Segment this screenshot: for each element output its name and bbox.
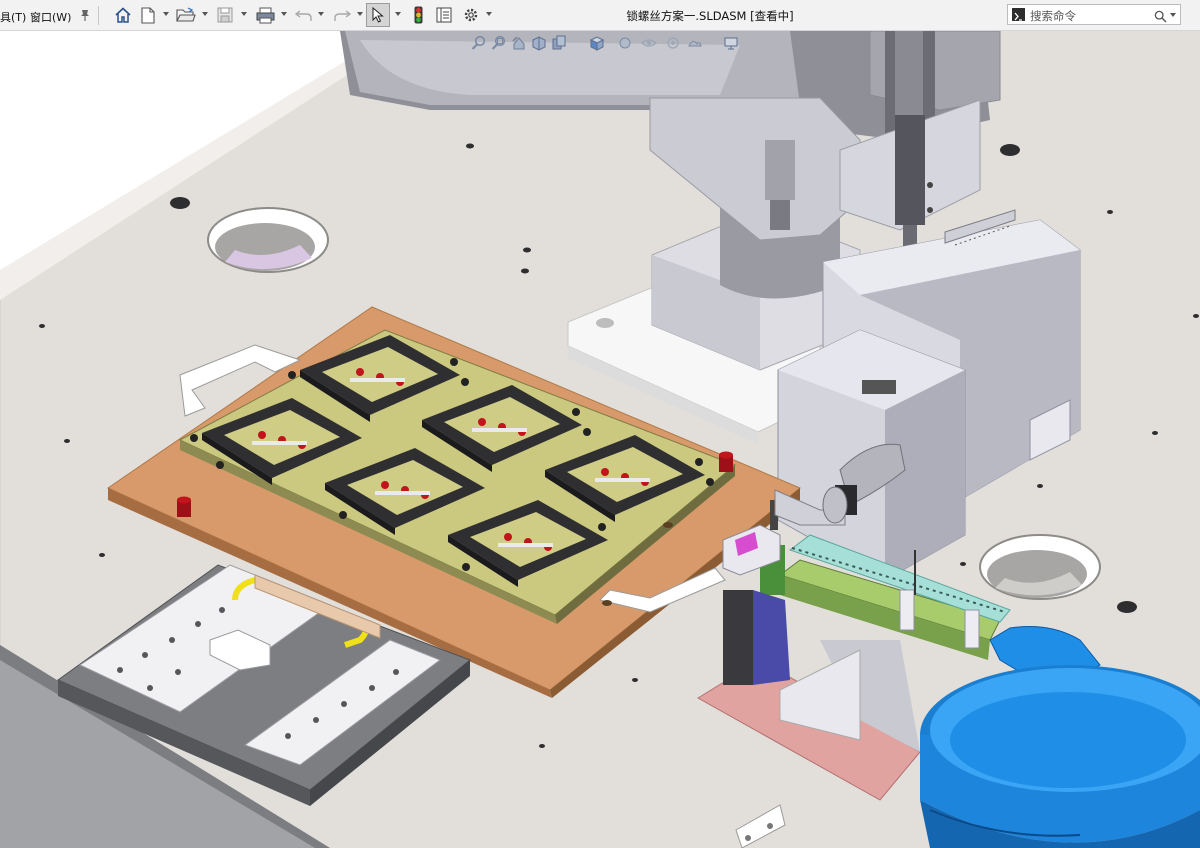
title-bar-overflow bbox=[1186, 4, 1200, 26]
redo-icon[interactable] bbox=[331, 4, 353, 26]
display-style-icon[interactable] bbox=[617, 35, 633, 51]
select-dropdown-caret[interactable] bbox=[395, 12, 401, 16]
apply-scene-icon[interactable] bbox=[687, 35, 703, 51]
document-title: 锁螺丝方案一.SLDASM [查看中] bbox=[626, 9, 794, 23]
select-cursor-icon[interactable] bbox=[366, 3, 390, 27]
open-dropdown-caret[interactable] bbox=[202, 12, 208, 16]
assembly-model-render bbox=[0, 31, 1200, 848]
edit-appearance-icon[interactable] bbox=[665, 35, 681, 51]
print-icon[interactable] bbox=[253, 4, 277, 26]
previous-view-icon[interactable] bbox=[511, 35, 527, 51]
options-dropdown-caret[interactable] bbox=[486, 12, 492, 16]
search-placeholder: 搜索命令 bbox=[1030, 9, 1076, 23]
new-dropdown-caret[interactable] bbox=[163, 12, 169, 16]
pin-icon[interactable] bbox=[76, 4, 94, 26]
view-settings-icon[interactable] bbox=[723, 35, 739, 51]
menu-tools[interactable]: 具(T) bbox=[0, 9, 26, 25]
undo-icon[interactable] bbox=[292, 4, 314, 26]
print-dropdown-caret[interactable] bbox=[281, 12, 287, 16]
section-view-icon[interactable] bbox=[531, 35, 547, 51]
save-icon[interactable] bbox=[214, 4, 236, 26]
save-dropdown-caret[interactable] bbox=[241, 12, 247, 16]
search-commands-input[interactable]: 搜索命令 bbox=[1007, 4, 1181, 25]
menu-window[interactable]: 窗口(W) bbox=[30, 9, 71, 25]
dynamic-annotation-icon[interactable] bbox=[551, 35, 567, 51]
view-orientation-icon[interactable] bbox=[589, 35, 605, 51]
toolbar-separator bbox=[98, 6, 99, 25]
undo-dropdown-caret[interactable] bbox=[318, 12, 324, 16]
command-prompt-icon bbox=[1012, 8, 1025, 21]
home-icon[interactable] bbox=[112, 4, 134, 26]
file-properties-icon[interactable] bbox=[433, 4, 455, 26]
heads-up-view-toolbar bbox=[465, 33, 755, 55]
graphics-area[interactable] bbox=[0, 31, 1200, 848]
hide-show-items-icon[interactable] bbox=[641, 35, 657, 51]
redo-dropdown-caret[interactable] bbox=[357, 12, 363, 16]
search-dropdown-caret[interactable] bbox=[1170, 13, 1176, 17]
rebuild-traffic-light-icon[interactable] bbox=[408, 4, 428, 26]
new-document-icon[interactable] bbox=[138, 4, 158, 26]
zoom-to-area-icon[interactable] bbox=[491, 35, 507, 51]
open-folder-icon[interactable] bbox=[174, 4, 198, 26]
title-bar: 具(T) 窗口(W) 锁螺丝方案一.SLDASM [查看中] 搜索命令 bbox=[0, 0, 1200, 31]
zoom-to-fit-icon[interactable] bbox=[471, 35, 487, 51]
options-gear-icon[interactable] bbox=[460, 4, 482, 26]
search-icon[interactable] bbox=[1154, 8, 1167, 27]
